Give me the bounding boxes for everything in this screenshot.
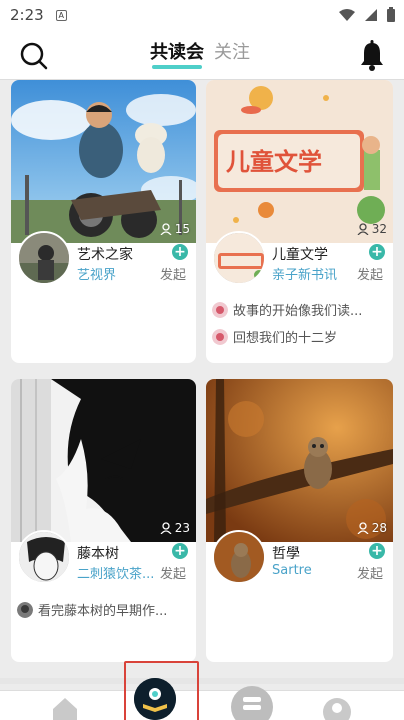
card-cover-image	[11, 80, 196, 243]
member-count: 15	[160, 222, 190, 236]
nav-profile[interactable]	[322, 697, 352, 720]
person-icon	[357, 223, 369, 235]
tab-reading-club[interactable]: 共读会	[150, 38, 204, 70]
tab-bar: 共读会 关注	[150, 38, 250, 70]
initiate-label[interactable]: 发起	[160, 264, 186, 283]
initiate-label[interactable]: 发起	[357, 264, 383, 283]
card-cover-image	[11, 379, 196, 542]
next-row-peek	[0, 678, 404, 684]
post-item[interactable]: 回想我们的十二岁	[212, 327, 337, 346]
notification-button[interactable]	[358, 40, 386, 72]
sim-icon: A	[55, 9, 67, 21]
club-avatar	[17, 231, 71, 285]
club-avatar	[212, 530, 266, 584]
person-icon	[160, 223, 172, 235]
search-button[interactable]	[18, 40, 50, 72]
member-count-value: 15	[174, 222, 190, 236]
club-name: 艺术之家	[77, 247, 133, 263]
club-name: 藤本树	[77, 546, 119, 562]
cover-title-text: 儿童文学	[226, 147, 322, 176]
club-avatar	[17, 530, 71, 584]
join-button[interactable]: +	[369, 543, 385, 559]
home-icon	[53, 698, 77, 720]
nav-home[interactable]	[50, 695, 80, 720]
signal-icon	[365, 9, 377, 21]
person-icon	[160, 522, 172, 534]
status-icons	[338, 7, 396, 23]
post-avatar	[17, 601, 33, 618]
bottom-navigation	[0, 686, 404, 720]
club-subtitle[interactable]: 二刺猿饮茶...	[77, 563, 165, 582]
card-cover-image	[206, 379, 393, 542]
join-button[interactable]: +	[172, 244, 188, 260]
post-text: 回想我们的十二岁	[233, 331, 338, 346]
battery-icon	[387, 7, 395, 22]
member-count: 23	[160, 521, 190, 535]
bell-icon	[361, 40, 383, 71]
club-subtitle[interactable]: 艺视界	[77, 264, 165, 283]
status-bar: 2:23 A	[0, 0, 404, 30]
nav-bookshelf[interactable]	[230, 685, 274, 720]
member-count: 32	[357, 222, 387, 236]
join-button[interactable]: +	[172, 543, 188, 559]
tab-following[interactable]: 关注	[214, 38, 250, 70]
post-item[interactable]: 故事的开始像我们读...	[212, 300, 362, 319]
post-avatar	[212, 301, 228, 318]
initiate-label[interactable]: 发起	[160, 563, 186, 582]
member-count-value: 32	[371, 222, 387, 236]
club-avatar	[212, 231, 266, 285]
status-time: 2:23	[10, 6, 44, 24]
post-avatar	[212, 328, 228, 345]
club-card[interactable]: 23 藤本树 二刺猿饮茶... + 发起 看完藤本树的早期作...	[11, 379, 196, 662]
bookshelf-icon	[231, 686, 273, 720]
member-count: 28	[357, 521, 387, 535]
post-item[interactable]: 看完藤本树的早期作...	[17, 600, 167, 619]
search-icon	[20, 42, 48, 70]
member-count-value: 28	[371, 521, 387, 535]
club-name: 儿童文学	[272, 247, 328, 263]
club-card[interactable]: 15 艺术之家 艺视界 + 发起	[11, 80, 196, 363]
initiate-label[interactable]: 发起	[357, 563, 383, 582]
club-name: 哲學	[272, 546, 300, 562]
post-text: 故事的开始像我们读...	[233, 304, 363, 319]
member-count-value: 23	[174, 521, 190, 535]
club-subtitle[interactable]: Sartre	[272, 563, 360, 578]
join-button[interactable]: +	[369, 244, 385, 260]
club-card[interactable]: 儿童文学 32 儿童文学 亲子新书讯 + 发起 故事的开始像我们读... 回想我…	[206, 80, 393, 363]
highlight-box	[124, 661, 199, 720]
wifi-icon	[339, 9, 355, 21]
profile-icon	[323, 698, 351, 720]
post-text: 看完藤本树的早期作...	[38, 604, 168, 619]
club-subtitle[interactable]: 亲子新书讯	[272, 264, 360, 283]
top-header: 共读会 关注	[0, 30, 404, 80]
card-cover-image: 儿童文学	[206, 80, 393, 243]
club-card[interactable]: 28 哲學 Sartre + 发起	[206, 379, 393, 662]
person-icon	[357, 522, 369, 534]
